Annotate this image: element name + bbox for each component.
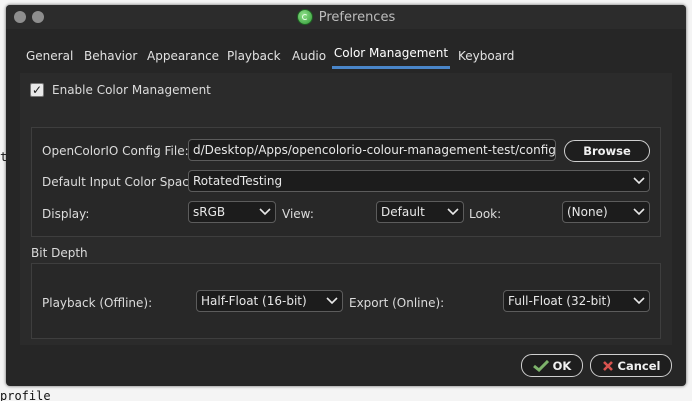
terminal-text-line: profile	[0, 389, 51, 401]
cancel-label: Cancel	[617, 358, 661, 373]
enable-color-management-label: Enable Color Management	[52, 83, 211, 97]
title-bar[interactable]: Preferences	[6, 5, 686, 29]
title-area: Preferences	[6, 5, 686, 29]
tab-behavior[interactable]: Behavior	[84, 42, 137, 72]
look-select[interactable]: (None)	[562, 201, 650, 223]
config-file-input[interactable]: d/Desktop/Apps/opencolorio-colour-manage…	[188, 139, 556, 161]
window-title: Preferences	[318, 9, 396, 25]
tab-audio[interactable]: Audio	[292, 42, 326, 72]
preferences-dialog: Preferences General Behavior Appearance …	[6, 5, 686, 386]
input-color-space-label: Default Input Color Space:	[42, 175, 201, 189]
tab-bar: General Behavior Appearance Playback Aud…	[6, 42, 686, 72]
playback-bit-depth-value: Half-Float (16-bit)	[201, 294, 307, 308]
input-color-space-value: RotatedTesting	[193, 174, 283, 188]
enable-color-management-checkbox[interactable]: ✓	[30, 83, 44, 97]
tab-playback[interactable]: Playback	[227, 42, 281, 72]
playback-offline-label: Playback (Offline):	[42, 296, 153, 310]
export-bit-depth-value: Full-Float (32-bit)	[508, 294, 611, 308]
chevron-down-icon	[633, 208, 645, 216]
playback-bit-depth-select[interactable]: Half-Float (16-bit)	[196, 290, 343, 312]
look-value: (None)	[567, 205, 608, 219]
export-online-label: Export (Online):	[349, 296, 445, 310]
ok-label: OK	[552, 358, 572, 373]
input-color-space-select[interactable]: RotatedTesting	[188, 170, 650, 192]
ocio-settings-group: OpenColorIO Config File: d/Desktop/Apps/…	[31, 127, 661, 237]
tab-appearance[interactable]: Appearance	[147, 42, 219, 72]
display-value: sRGB	[193, 205, 226, 219]
bit-depth-title: Bit Depth	[31, 246, 88, 260]
look-label: Look:	[469, 207, 502, 221]
chevron-down-icon	[447, 208, 459, 216]
view-value: Default	[381, 205, 425, 219]
view-label: View:	[282, 207, 314, 221]
config-file-label: OpenColorIO Config File:	[42, 144, 189, 158]
ok-button[interactable]: OK	[521, 354, 583, 377]
cancel-x-icon	[602, 360, 613, 371]
chevron-down-icon	[633, 177, 645, 185]
tab-general[interactable]: General	[26, 42, 73, 72]
chevron-down-icon	[326, 297, 338, 305]
app-logo-icon	[296, 9, 313, 25]
display-label: Display:	[42, 207, 90, 221]
bit-depth-group: Playback (Offline): Half-Float (16-bit) …	[31, 263, 661, 339]
cancel-button[interactable]: Cancel	[590, 354, 672, 377]
chevron-down-icon	[633, 297, 645, 305]
color-management-panel: ✓ Enable Color Management OpenColorIO Co…	[20, 73, 672, 345]
export-bit-depth-select[interactable]: Full-Float (32-bit)	[503, 290, 650, 312]
display-select[interactable]: sRGB	[188, 201, 276, 223]
checkmark-icon	[532, 359, 549, 372]
browse-button[interactable]: Browse	[564, 140, 650, 162]
tab-keyboard[interactable]: Keyboard	[458, 42, 514, 72]
view-select[interactable]: Default	[376, 201, 464, 223]
tab-color-management[interactable]: Color Management	[332, 39, 450, 69]
chevron-down-icon	[259, 208, 271, 216]
enable-color-management-row[interactable]: ✓ Enable Color Management	[30, 83, 211, 97]
